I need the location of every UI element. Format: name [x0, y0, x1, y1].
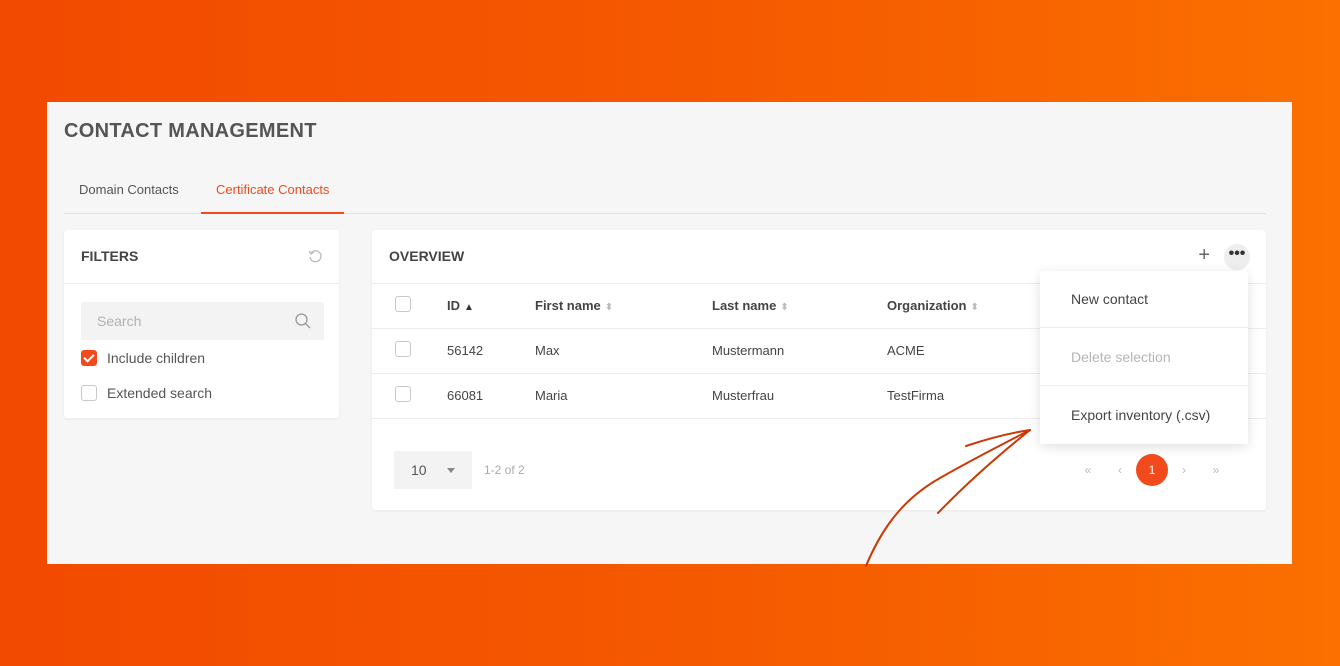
reset-filters-icon[interactable] — [307, 248, 323, 264]
previous-page-button[interactable]: ‹ — [1104, 463, 1136, 477]
sort-icon: ⬍ — [780, 302, 789, 314]
select-all-cell — [372, 284, 447, 329]
current-page-button[interactable]: 1 — [1136, 454, 1168, 486]
cell-first-name: Maria — [535, 373, 712, 419]
plus-icon: + — [1198, 244, 1210, 266]
row-checkbox[interactable] — [395, 341, 411, 357]
tab-domain-contacts[interactable]: Domain Contacts — [64, 182, 194, 214]
column-header-last-name[interactable]: Last name ⬍ — [712, 284, 887, 329]
select-all-checkbox[interactable] — [395, 296, 411, 313]
column-label: Organization — [887, 298, 967, 314]
column-label: Last name — [712, 298, 777, 314]
extended-search-option[interactable]: Extended search — [81, 383, 212, 403]
filters-title: FILTERS — [81, 248, 139, 264]
column-header-first-name[interactable]: First name ⬍ — [535, 284, 712, 329]
filters-panel: FILTERS Include children Extended search — [64, 230, 339, 418]
tab-bar: Domain Contacts Certificate Contacts — [64, 174, 1266, 214]
next-page-button[interactable]: › — [1168, 463, 1200, 477]
filters-header: FILTERS — [64, 230, 339, 284]
app-screen: CONTACT MANAGEMENT Domain Contacts Certi… — [47, 102, 1292, 564]
column-label: First name — [535, 298, 601, 314]
include-children-option[interactable]: Include children — [81, 348, 205, 368]
cell-first-name: Max — [535, 328, 712, 374]
filter-search-box — [81, 302, 324, 340]
extended-search-checkbox[interactable] — [81, 385, 97, 401]
cell-id: 66081 — [447, 373, 535, 419]
sort-icon: ⬍ — [604, 302, 614, 314]
menu-item-export-inventory[interactable]: Export inventory (.csv) — [1040, 386, 1248, 444]
menu-item-delete-selection: Delete selection — [1040, 328, 1248, 386]
column-header-id[interactable]: ID ▲ — [447, 284, 535, 329]
sort-icon: ⬍ — [970, 302, 979, 314]
extended-search-label: Extended search — [107, 385, 213, 401]
column-label: ID — [447, 298, 460, 314]
more-actions-menu: New contact Delete selection Export inve… — [1040, 271, 1248, 444]
add-contact-button[interactable]: + — [1198, 245, 1210, 265]
row-select-cell — [372, 328, 447, 374]
result-range-text: 1-2 of 2 — [484, 463, 525, 477]
last-page-button[interactable]: » — [1200, 463, 1232, 477]
include-children-label: Include children — [107, 350, 206, 366]
search-icon[interactable] — [294, 312, 312, 335]
pagination: « ‹ 1 › » — [1072, 454, 1232, 486]
include-children-checkbox[interactable] — [81, 350, 97, 366]
overview-title: OVERVIEW — [389, 248, 465, 264]
row-checkbox[interactable] — [395, 386, 411, 402]
filter-search-input[interactable] — [81, 302, 324, 340]
page-title: CONTACT MANAGEMENT — [64, 120, 317, 142]
tab-certificate-contacts[interactable]: Certificate Contacts — [201, 182, 345, 214]
chevron-down-icon — [447, 468, 455, 473]
sort-asc-icon: ▲ — [464, 302, 474, 314]
more-actions-button[interactable]: ••• — [1224, 244, 1250, 270]
first-page-button[interactable]: « — [1072, 463, 1104, 477]
more-icon: ••• — [1228, 245, 1246, 262]
cell-id: 56142 — [447, 328, 535, 374]
cell-last-name: Musterfrau — [712, 373, 887, 419]
menu-item-new-contact[interactable]: New contact — [1040, 271, 1248, 328]
cell-last-name: Mustermann — [712, 328, 887, 374]
row-select-cell — [372, 373, 447, 419]
page-size-value: 10 — [411, 462, 427, 478]
page-size-select[interactable]: 10 — [394, 451, 472, 489]
